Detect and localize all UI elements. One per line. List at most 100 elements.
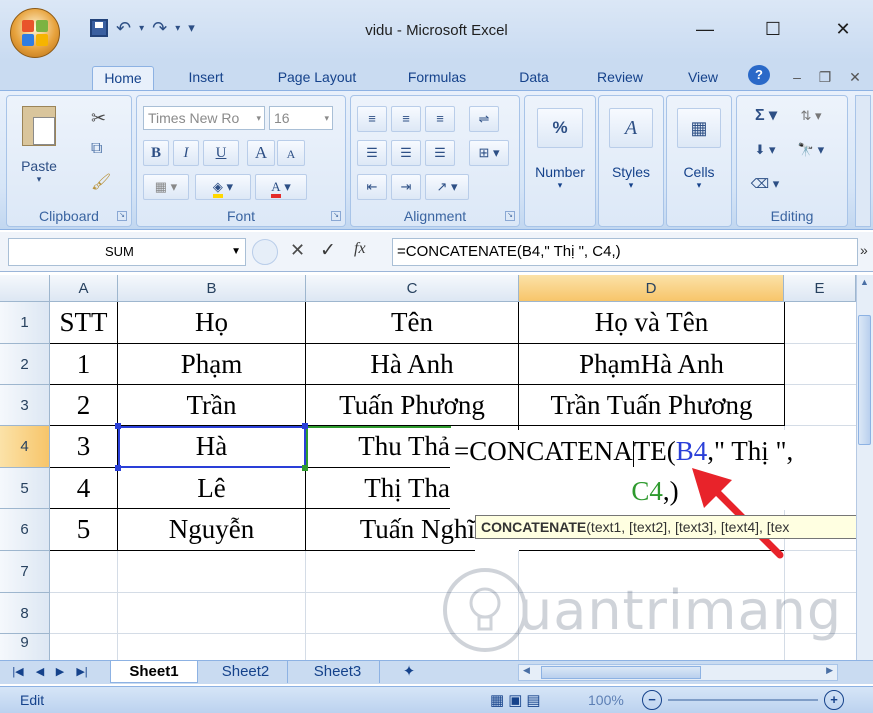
bold-button[interactable]: B <box>143 140 169 166</box>
scroll-right-icon[interactable]: ▶ <box>826 665 833 676</box>
column-header-c[interactable]: C <box>306 275 519 302</box>
format-painter-icon[interactable]: 🖌 <box>91 172 111 192</box>
align-center-icon[interactable]: ☰ <box>391 140 421 166</box>
cell-c1[interactable]: Tên <box>306 302 518 343</box>
copy-icon[interactable]: ⧉ <box>91 140 102 158</box>
tab-insert[interactable]: Insert <box>175 66 237 90</box>
fill-color-button[interactable]: ◈ ▾ <box>195 174 251 200</box>
cell-c6[interactable]: Tuấn Nghĩ <box>306 509 475 550</box>
horizontal-scrollbar[interactable]: ◀ ▶ <box>518 664 838 681</box>
clipboard-expand-icon[interactable]: ↘ <box>117 211 127 221</box>
font-size-box[interactable]: 16 ▾ <box>269 106 333 130</box>
align-bottom-icon[interactable]: ≡ <box>425 106 455 132</box>
prev-sheet-icon[interactable]: ◀ <box>32 661 48 683</box>
increase-indent-icon[interactable]: ⇥ <box>391 174 421 200</box>
name-box[interactable]: SUM ▼ <box>8 238 246 266</box>
maximize-button[interactable]: ☐ <box>758 18 788 40</box>
zoom-slider[interactable] <box>668 699 818 701</box>
reference-handle[interactable] <box>115 423 121 429</box>
shrink-font-button[interactable]: A <box>277 140 305 166</box>
reference-handle[interactable] <box>115 465 121 471</box>
last-sheet-icon[interactable]: ▶| <box>72 661 92 683</box>
borders-button[interactable]: ▦ ▾ <box>143 174 189 200</box>
clear-icon[interactable]: ⌫ ▾ <box>745 172 785 198</box>
vertical-scrollbar[interactable]: ▲ <box>856 275 873 665</box>
tab-review[interactable]: Review <box>584 66 656 90</box>
tab-data[interactable]: Data <box>508 66 560 90</box>
row-header-7[interactable]: 7 <box>0 551 50 593</box>
styles-icon[interactable]: A <box>609 108 653 148</box>
align-top-icon[interactable]: ≡ <box>357 106 387 132</box>
ribbon-restore-icon[interactable]: ❐ <box>816 66 834 90</box>
alignment-expand-icon[interactable]: ↘ <box>505 211 515 221</box>
cell-d3[interactable]: Trần Tuấn Phương <box>519 385 784 425</box>
zoom-level[interactable]: 100% <box>588 692 624 708</box>
formula-bar-expand-icon[interactable] <box>252 239 278 265</box>
spreadsheet-grid[interactable]: A B C D E 1 2 3 4 5 6 7 8 9 STT Họ Tên H… <box>0 275 873 665</box>
cell-b6[interactable]: Nguyễn <box>118 509 305 550</box>
number-button[interactable]: Number ▾ <box>525 164 595 191</box>
zoom-out-icon[interactable]: − <box>642 690 662 710</box>
scroll-up-icon[interactable]: ▲ <box>858 277 871 289</box>
view-buttons[interactable]: ▦▣▤ <box>490 691 545 709</box>
function-tooltip[interactable]: CONCATENATE(text1, [text2], [text3], [te… <box>475 515 873 539</box>
tab-page-layout[interactable]: Page Layout <box>262 66 372 90</box>
align-left-icon[interactable]: ☰ <box>357 140 387 166</box>
minimize-button[interactable]: — <box>690 18 720 40</box>
font-expand-icon[interactable]: ↘ <box>331 211 341 221</box>
zoom-in-icon[interactable]: + <box>824 690 844 710</box>
grow-font-button[interactable]: A <box>247 140 275 166</box>
align-right-icon[interactable]: ☰ <box>425 140 455 166</box>
ribbon-close-icon[interactable]: ✕ <box>846 66 864 90</box>
fill-icon[interactable]: ⬇ ▾ <box>745 138 785 164</box>
normal-view-icon[interactable]: ▦ <box>490 692 508 709</box>
font-color-button[interactable]: A ▾ <box>255 174 307 200</box>
find-select-icon[interactable]: 🔭 ▾ <box>791 138 831 164</box>
cell-a5[interactable]: 4 <box>50 468 117 508</box>
page-layout-view-icon[interactable]: ▣ <box>508 692 526 709</box>
cell-c3[interactable]: Tuấn Phương <box>306 385 518 425</box>
column-header-a[interactable]: A <box>50 275 118 302</box>
sort-filter-icon[interactable]: ⇅ ▾ <box>791 104 831 130</box>
next-sheet-icon[interactable]: ▶ <box>52 661 68 683</box>
wrap-text-icon[interactable]: ⇌ <box>469 106 499 132</box>
ribbon-minimize-icon[interactable]: – <box>788 66 806 90</box>
scroll-left-icon[interactable]: ◀ <box>523 665 530 676</box>
row-header-8[interactable]: 8 <box>0 593 50 634</box>
formula-input[interactable]: =CONCATENATE(B4," Thị ", C4,) <box>392 238 858 266</box>
reference-handle[interactable] <box>302 465 308 471</box>
row-header-1[interactable]: 1 <box>0 302 50 344</box>
orientation-icon[interactable]: ↗ ▾ <box>425 174 469 200</box>
decrease-indent-icon[interactable]: ⇤ <box>357 174 387 200</box>
cells-button[interactable]: Cells ▾ <box>667 164 731 191</box>
font-name-box[interactable]: Times New Ro ▾ <box>143 106 265 130</box>
paste-button[interactable]: Paste ▾ <box>13 102 65 200</box>
cell-a6[interactable]: 5 <box>50 509 117 550</box>
select-all-corner[interactable] <box>0 275 50 302</box>
italic-button[interactable]: I <box>173 140 199 166</box>
tab-home[interactable]: Home <box>92 66 154 90</box>
first-sheet-icon[interactable]: |◀ <box>8 661 28 683</box>
column-header-e[interactable]: E <box>784 275 856 302</box>
cell-b5[interactable]: Lê <box>118 468 305 508</box>
cell-a1[interactable]: STT <box>50 302 117 343</box>
row-header-4[interactable]: 4 <box>0 426 50 468</box>
merge-center-icon[interactable]: ⊞ ▾ <box>469 140 509 166</box>
ribbon-scroll-icon[interactable] <box>855 95 871 227</box>
page-break-view-icon[interactable]: ▤ <box>526 692 544 709</box>
office-button[interactable] <box>10 8 60 58</box>
sheet-tab-sheet3[interactable]: Sheet3 <box>296 661 380 683</box>
row-header-6[interactable]: 6 <box>0 509 50 551</box>
cell-a2[interactable]: 1 <box>50 344 117 384</box>
insert-function-icon[interactable]: fx <box>354 240 366 258</box>
cell-b2[interactable]: Phạm <box>118 344 305 384</box>
cut-icon[interactable]: ✂ <box>91 108 106 129</box>
horizontal-scroll-thumb[interactable] <box>541 666 701 679</box>
cell-a3[interactable]: 2 <box>50 385 117 425</box>
reference-handle[interactable] <box>302 423 308 429</box>
row-header-5[interactable]: 5 <box>0 468 50 509</box>
enter-icon[interactable]: ✓ <box>320 239 336 262</box>
styles-button[interactable]: Styles ▾ <box>599 164 663 191</box>
cell-c2[interactable]: Hà Anh <box>306 344 518 384</box>
close-button[interactable]: ✕ <box>828 18 858 40</box>
